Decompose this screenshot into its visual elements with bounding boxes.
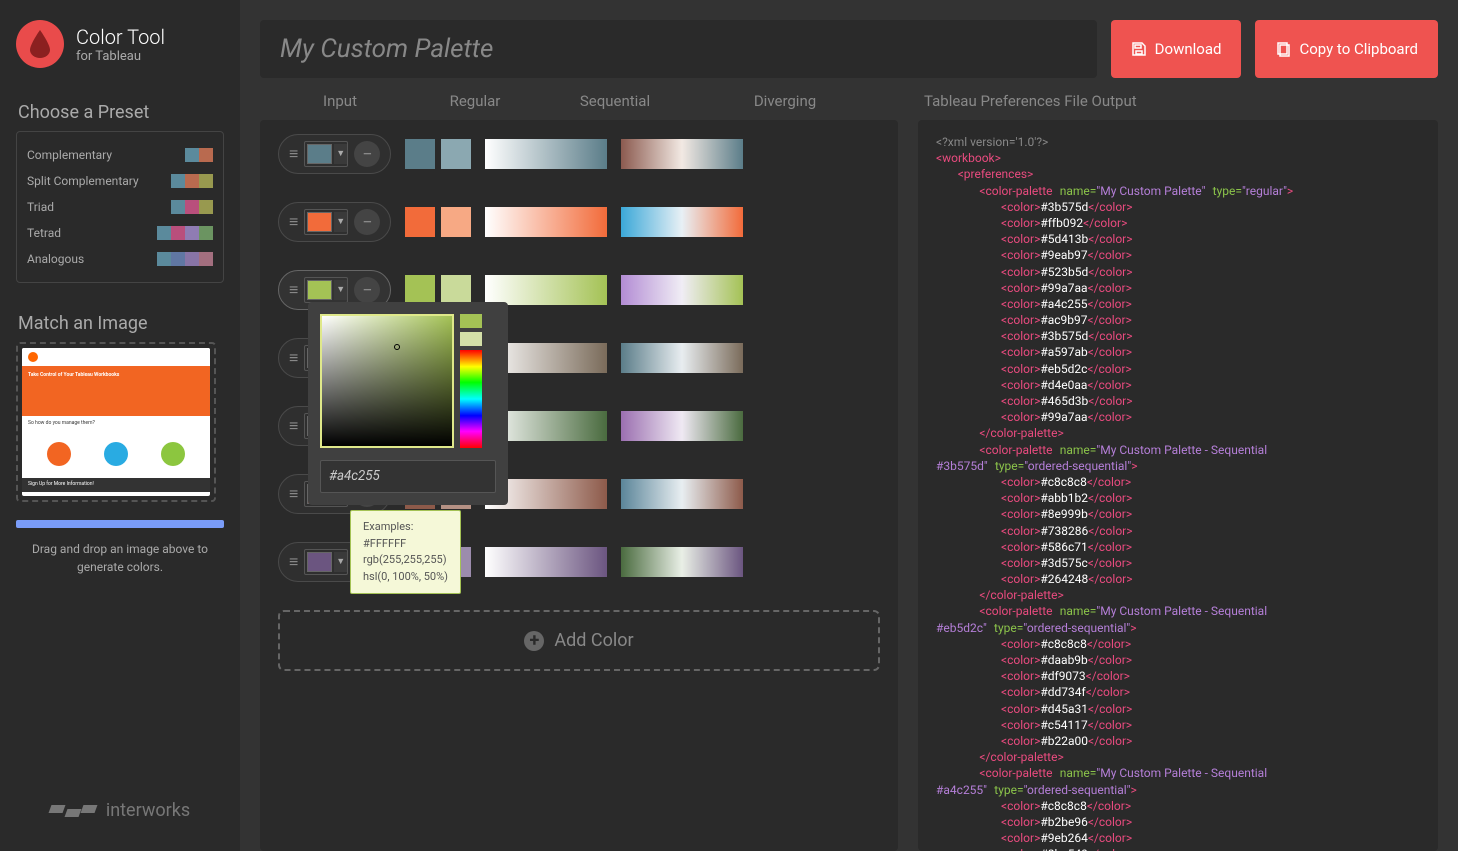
color-dropdown[interactable]: ▼: [304, 277, 348, 303]
image-dropzone[interactable]: Take Control of Your Tableau Workbooks S…: [16, 342, 216, 502]
logo: Color Tool for Tableau: [0, 0, 240, 88]
column-headers: Input Regular Sequential Diverging: [260, 92, 898, 120]
diverging-gradient: [621, 275, 743, 305]
save-icon: [1131, 41, 1147, 57]
color-row: ≡ ▼−: [278, 202, 880, 242]
main: Download Copy to Clipboard Input Regular…: [240, 0, 1458, 851]
output-title: Tableau Preferences File Output: [918, 92, 1438, 120]
progress-bar: [16, 520, 224, 528]
sequential-gradient: [485, 139, 607, 169]
regular-swatches: [405, 275, 471, 305]
preset-section-title: Choose a Preset: [0, 88, 240, 131]
add-color-button[interactable]: +Add Color: [278, 610, 880, 671]
color-preview: [460, 314, 482, 328]
examples-tooltip: Examples: #FFFFFF rgb(255,255,255) hsl(0…: [350, 510, 461, 594]
match-section-title: Match an Image: [0, 299, 240, 342]
preset-analogous[interactable]: Analogous: [27, 246, 213, 272]
sidebar: Color Tool for Tableau Choose a Preset C…: [0, 0, 240, 851]
color-row: ≡ ▼−: [278, 134, 880, 174]
diverging-gradient: [621, 343, 743, 373]
preset-complementary[interactable]: Complementary: [27, 142, 213, 168]
drag-handle-icon[interactable]: ≡: [289, 144, 298, 164]
logo-icon: [16, 20, 64, 68]
drag-handle-icon[interactable]: ≡: [289, 552, 298, 572]
remove-button[interactable]: −: [354, 141, 380, 167]
sequential-gradient: [485, 547, 607, 577]
hue-slider[interactable]: [460, 350, 482, 448]
diverging-gradient: [621, 547, 743, 577]
drag-handle-icon[interactable]: ≡: [289, 484, 298, 504]
chevron-down-icon: ▼: [334, 552, 347, 572]
regular-swatches: [405, 207, 471, 237]
color-dropdown[interactable]: ▼: [304, 209, 348, 235]
sequential-gradient: [485, 275, 607, 305]
chevron-down-icon: ▼: [334, 212, 347, 232]
drag-handle-icon[interactable]: ≡: [289, 280, 298, 300]
diverging-gradient: [621, 479, 743, 509]
color-picker-popup[interactable]: [308, 302, 508, 505]
color-dropdown[interactable]: ▼: [304, 141, 348, 167]
xml-output[interactable]: <?xml version='1.0'?> <workbook> <prefer…: [918, 120, 1438, 851]
chevron-down-icon: ▼: [334, 280, 347, 300]
saturation-value-area[interactable]: [320, 314, 454, 448]
logo-title: Color Tool: [76, 25, 165, 49]
rows-container: ≡▼−≡▼−≡▼−≡▼−≡▼−≡▼−≡▼−+Add Color Examples…: [260, 120, 898, 851]
preset-split-complementary[interactable]: Split Complementary: [27, 168, 213, 194]
color-dropdown[interactable]: ▼: [304, 549, 348, 575]
remove-button[interactable]: −: [354, 209, 380, 235]
download-button[interactable]: Download: [1111, 20, 1242, 78]
drag-handle-icon[interactable]: ≡: [289, 416, 298, 436]
remove-button[interactable]: −: [354, 277, 380, 303]
sequential-gradient: [485, 207, 607, 237]
plus-icon: +: [524, 631, 544, 651]
chevron-down-icon: ▼: [334, 144, 347, 164]
color-preview-alt: [460, 332, 482, 346]
diverging-gradient: [621, 139, 743, 169]
diverging-gradient: [621, 411, 743, 441]
clipboard-icon: [1275, 41, 1291, 57]
logo-subtitle: for Tableau: [76, 49, 165, 64]
drag-handle-icon[interactable]: ≡: [289, 212, 298, 232]
copy-button[interactable]: Copy to Clipboard: [1255, 20, 1438, 78]
drop-hint: Drag and drop an image above to generate…: [0, 540, 240, 576]
interworks-logo[interactable]: interworks: [0, 770, 240, 851]
color-input-group[interactable]: ≡ ▼−: [278, 134, 391, 174]
preset-tetrad[interactable]: Tetrad: [27, 220, 213, 246]
color-input-group[interactable]: ≡ ▼−: [278, 202, 391, 242]
hex-input[interactable]: [320, 460, 496, 493]
preset-list: ComplementarySplit ComplementaryTriadTet…: [16, 131, 224, 283]
palette-name-input[interactable]: [260, 20, 1097, 78]
regular-swatches: [405, 139, 471, 169]
diverging-gradient: [621, 207, 743, 237]
image-preview: Take Control of Your Tableau Workbooks S…: [22, 348, 210, 496]
preset-triad[interactable]: Triad: [27, 194, 213, 220]
drag-handle-icon[interactable]: ≡: [289, 348, 298, 368]
